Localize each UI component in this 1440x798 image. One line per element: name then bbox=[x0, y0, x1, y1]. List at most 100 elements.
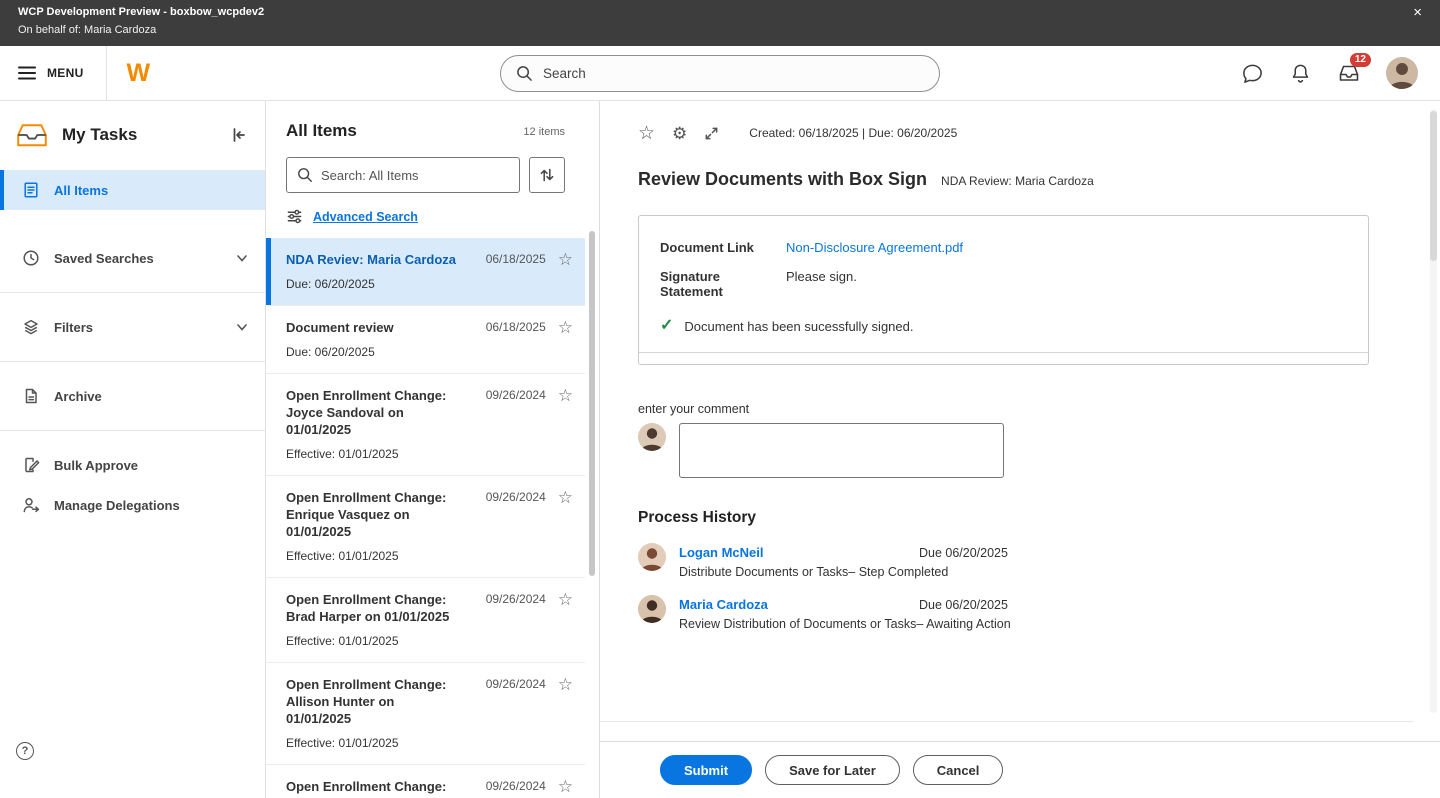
my-tasks-sidebar: My Tasks All Items Saved Searches bbox=[0, 101, 266, 798]
workday-logo[interactable]: W bbox=[127, 61, 151, 86]
task-date: 09/26/2024 bbox=[486, 676, 546, 691]
process-history-entry: Logan McNeil Distribute Documents or Tas… bbox=[638, 543, 1198, 579]
close-icon[interactable]: × bbox=[1413, 5, 1422, 20]
advanced-search-link[interactable]: Advanced Search bbox=[313, 210, 418, 224]
detail-scrollbar[interactable] bbox=[1430, 111, 1437, 261]
task-list-item[interactable]: Open Enrollment Change: Allison Hunter o… bbox=[266, 663, 585, 765]
task-subtitle: Effective: 01/01/2025 bbox=[286, 736, 573, 750]
task-list-item[interactable]: Open Enrollment Change: Enrique Vasquez … bbox=[266, 476, 585, 578]
task-title: Open Enrollment Change: Enrique Vasquez … bbox=[286, 489, 456, 540]
top-actions: 12 bbox=[1241, 57, 1440, 89]
my-tasks-inbox-button[interactable]: 12 bbox=[1337, 61, 1361, 85]
favorite-star-icon[interactable]: ☆ bbox=[558, 319, 573, 336]
list-icon bbox=[22, 181, 40, 199]
sidebar-item-manage-delegations[interactable]: Manage Delegations bbox=[0, 485, 265, 525]
favorite-star-icon[interactable]: ☆ bbox=[558, 778, 573, 795]
items-count: 12 items bbox=[523, 126, 565, 141]
sidebar-item-filters[interactable]: Filters bbox=[0, 307, 265, 347]
detail-toolbar: ☆ ⚙ Created: 06/18/2025 | Due: 06/20/202… bbox=[638, 122, 1440, 144]
sort-button[interactable] bbox=[529, 157, 565, 193]
task-list-item[interactable]: Open Enrollment Change: Brad Harper on 0… bbox=[266, 578, 585, 663]
step-description: Review Distribution of Documents or Task… bbox=[679, 617, 1011, 631]
sidebar-spacer bbox=[0, 210, 265, 238]
list-scrollbar[interactable] bbox=[589, 231, 595, 576]
chat-button[interactable] bbox=[1241, 62, 1264, 85]
sidebar-divider bbox=[0, 292, 265, 293]
task-title: Open Enrollment Change: Allison Hunter o… bbox=[286, 676, 456, 727]
top-bar: MENU W 12 bbox=[0, 46, 1440, 101]
task-date: 06/18/2025 bbox=[486, 319, 546, 334]
task-list-item[interactable]: Open Enrollment Change: Amanda Baker on … bbox=[266, 765, 585, 798]
step-due-date: Due 06/20/2025 bbox=[919, 598, 1008, 612]
content-divider bbox=[600, 721, 1414, 722]
list-search-input[interactable] bbox=[321, 168, 509, 183]
field-value: Please sign. bbox=[786, 269, 857, 284]
document-card: Document Link Non-Disclosure Agreement.p… bbox=[638, 215, 1369, 365]
gear-icon[interactable]: ⚙ bbox=[672, 125, 687, 142]
task-date: 09/26/2024 bbox=[486, 591, 546, 606]
status-message: Document has been sucessfully signed. bbox=[684, 319, 913, 334]
sidebar-header: My Tasks bbox=[0, 101, 265, 170]
task-subtitle: Effective: 01/01/2025 bbox=[286, 447, 573, 461]
document-link[interactable]: Non-Disclosure Agreement.pdf bbox=[786, 240, 963, 255]
sidebar-item-saved-searches[interactable]: Saved Searches bbox=[0, 238, 265, 278]
sidebar-item-label: Saved Searches bbox=[54, 251, 154, 266]
sliders-icon bbox=[286, 208, 303, 225]
favorite-star-icon[interactable]: ☆ bbox=[558, 251, 573, 268]
sidebar-item-archive[interactable]: Archive bbox=[0, 376, 265, 416]
task-subtitle: Due: 06/20/2025 bbox=[286, 277, 573, 291]
created-due-meta: Created: 06/18/2025 | Due: 06/20/2025 bbox=[749, 126, 957, 140]
step-due-date: Due 06/20/2025 bbox=[919, 546, 1008, 560]
field-row: Document Link Non-Disclosure Agreement.p… bbox=[660, 240, 1348, 255]
hamburger-icon bbox=[18, 66, 36, 80]
step-description: Distribute Documents or Tasks– Step Comp… bbox=[679, 565, 948, 579]
document-pencil-icon bbox=[22, 456, 40, 474]
task-title: Open Enrollment Change: Amanda Baker on … bbox=[286, 778, 456, 798]
cancel-button[interactable]: Cancel bbox=[913, 755, 1004, 785]
field-label: Signature Statement bbox=[660, 269, 786, 299]
menu-button[interactable]: MENU bbox=[0, 46, 107, 100]
dev-preview-banner: WCP Development Preview - boxbow_wcpdev2… bbox=[0, 0, 1440, 46]
layers-icon bbox=[22, 318, 40, 336]
task-subtitle: Due: 06/20/2025 bbox=[286, 345, 573, 359]
task-subtitle: Effective: 01/01/2025 bbox=[286, 634, 573, 648]
all-items-panel: All Items 12 items Advanced Search bbox=[266, 101, 600, 798]
help-button[interactable]: ? bbox=[16, 742, 34, 760]
notifications-bell-button[interactable] bbox=[1289, 62, 1312, 85]
task-list-item[interactable]: Open Enrollment Change: Joyce Sandoval o… bbox=[266, 374, 585, 476]
user-name-link[interactable]: Logan McNeil bbox=[679, 545, 948, 560]
expand-icon[interactable] bbox=[704, 126, 719, 141]
sidebar-item-bulk-approve[interactable]: Bulk Approve bbox=[0, 445, 265, 485]
favorite-star-icon[interactable]: ☆ bbox=[558, 591, 573, 608]
favorite-star-icon[interactable]: ☆ bbox=[558, 387, 573, 404]
global-search bbox=[500, 55, 940, 92]
signed-status-row: ✓ Document has been sucessfully signed. bbox=[660, 318, 1348, 334]
task-date: 06/18/2025 bbox=[486, 251, 546, 266]
user-avatar bbox=[638, 543, 666, 571]
favorite-star-icon[interactable]: ☆ bbox=[558, 489, 573, 506]
favorite-star-icon[interactable]: ☆ bbox=[638, 124, 655, 143]
list-search-row bbox=[286, 157, 565, 193]
global-search-input[interactable] bbox=[543, 66, 924, 81]
submit-button[interactable]: Submit bbox=[660, 755, 752, 785]
process-history-title: Process History bbox=[638, 509, 1440, 527]
sidebar-item-all-items[interactable]: All Items bbox=[0, 170, 265, 210]
save-for-later-button[interactable]: Save for Later bbox=[765, 755, 900, 785]
check-icon: ✓ bbox=[660, 318, 673, 334]
task-date: 09/26/2024 bbox=[486, 489, 546, 504]
favorite-star-icon[interactable]: ☆ bbox=[558, 676, 573, 693]
comment-row bbox=[638, 423, 1440, 478]
comment-input[interactable] bbox=[679, 423, 1004, 478]
detail-footer: Submit Save for Later Cancel bbox=[600, 721, 1440, 798]
task-list-item[interactable]: NDA Reviev: Maria Cardoza 06/18/2025 ☆ D… bbox=[266, 238, 585, 306]
advanced-search-row: Advanced Search bbox=[286, 208, 565, 225]
list-title: All Items bbox=[286, 121, 357, 141]
collapse-sidebar-icon[interactable] bbox=[229, 126, 247, 144]
profile-avatar[interactable] bbox=[1386, 57, 1418, 89]
task-list-item[interactable]: Document review 06/18/2025 ☆ Due: 06/20/… bbox=[266, 306, 585, 374]
list-search-field bbox=[286, 157, 520, 193]
user-avatar bbox=[638, 595, 666, 623]
field-row: Signature Statement Please sign. bbox=[660, 269, 1348, 299]
process-history-entry: Maria Cardoza Review Distribution of Doc… bbox=[638, 595, 1198, 631]
card-footer bbox=[639, 352, 1368, 364]
